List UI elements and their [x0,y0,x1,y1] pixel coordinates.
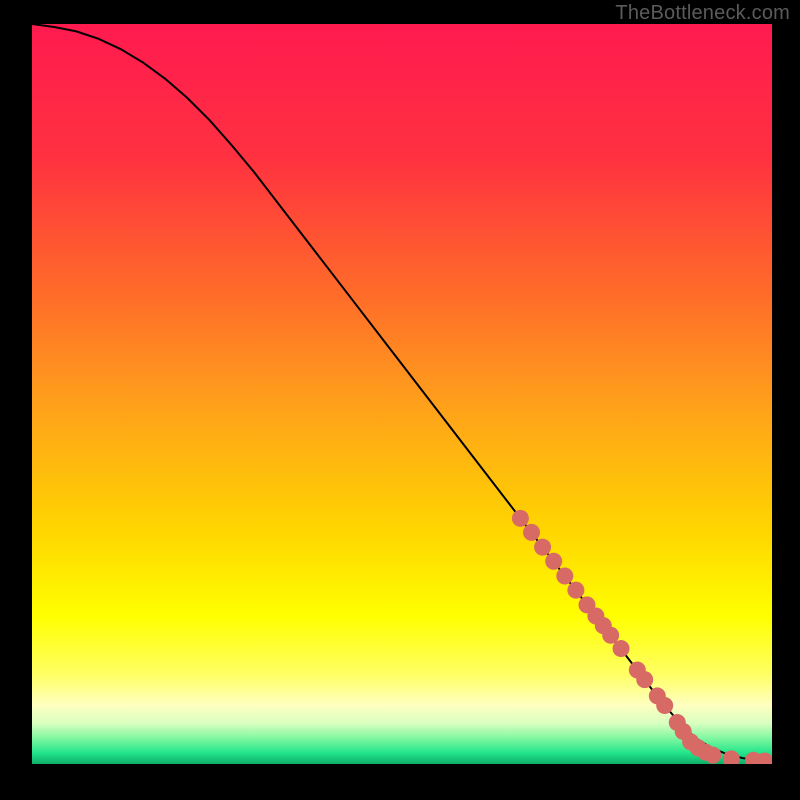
data-point-marker [656,697,673,714]
data-point-marker [636,671,653,688]
chart-svg [32,24,772,764]
data-point-marker [567,582,584,599]
data-point-marker [512,510,529,527]
gradient-background [32,24,772,764]
data-point-marker [545,553,562,570]
data-point-marker [523,524,540,541]
data-point-marker [534,539,551,556]
chart-stage: TheBottleneck.com [0,0,800,800]
plot-area [32,24,772,764]
data-point-marker [556,568,573,585]
data-point-marker [613,640,630,657]
data-point-marker [602,627,619,644]
watermark-text: TheBottleneck.com [615,2,790,25]
data-point-marker [704,747,721,764]
